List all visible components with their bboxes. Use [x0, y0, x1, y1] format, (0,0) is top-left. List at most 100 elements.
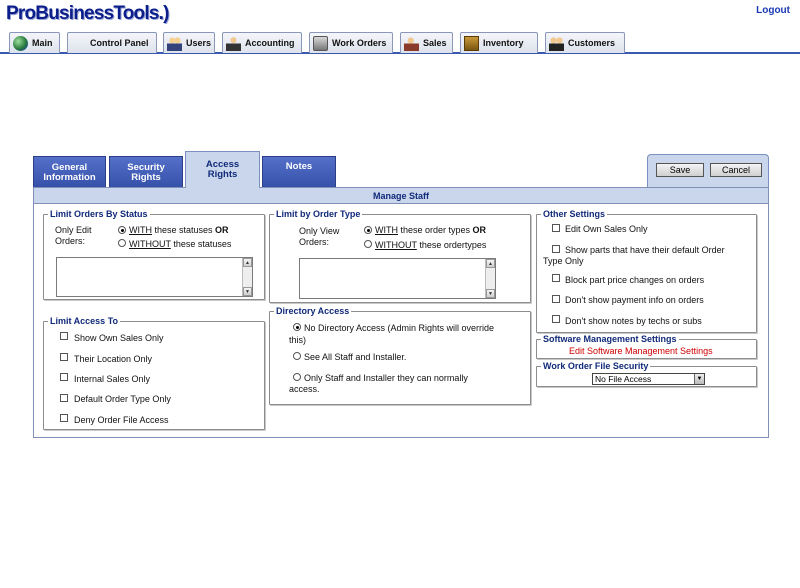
type-without-radio[interactable]	[364, 240, 372, 248]
nav-label: Sales	[423, 38, 447, 48]
group-legend: Limit Access To	[48, 316, 121, 326]
work-order-file-security-group: Work Order File Security No File Access ▼	[536, 361, 757, 387]
cancel-button[interactable]: Cancel	[710, 163, 762, 177]
logo-mark: )	[163, 3, 169, 24]
nav-label: Customers	[568, 38, 616, 48]
scroll-down-icon[interactable]: ▼	[486, 289, 495, 298]
tab-notes[interactable]: Notes	[262, 156, 336, 188]
work-orders-icon	[313, 35, 328, 51]
scroll-up-icon[interactable]: ▲	[486, 259, 495, 268]
group-legend: Directory Access	[274, 306, 352, 316]
default-order-type-checkbox[interactable]	[60, 394, 68, 402]
checkbox-label-cont: Type Only	[543, 256, 584, 266]
radio-label-cont: this)	[289, 335, 307, 345]
hide-payment-info-checkbox[interactable]	[552, 295, 560, 303]
main-nav: Main Control Panel Users Accounting Work…	[0, 32, 800, 202]
nav-label: Accounting	[245, 38, 295, 48]
inventory-icon	[464, 35, 479, 51]
other-settings-group: Other Settings Edit Own Sales Only Show …	[536, 209, 757, 333]
checkbox-label: Show Own Sales Only	[74, 333, 164, 343]
logo: ProBusinessTools.)	[6, 3, 169, 25]
save-button[interactable]: Save	[656, 163, 704, 177]
nav-tab-sales[interactable]: Sales	[400, 32, 453, 53]
status-with-radio[interactable]	[118, 226, 126, 234]
file-access-select[interactable]: No File Access ▼	[592, 373, 705, 385]
status-without-label: WITHOUT these statuses	[129, 239, 232, 249]
status-without-radio[interactable]	[118, 239, 126, 247]
checkbox-label: Don't show notes by techs or subs	[565, 316, 702, 326]
group-legend: Limit by Order Type	[274, 209, 363, 219]
section-header: Manage Staff	[34, 188, 768, 204]
edit-own-sales-checkbox[interactable]	[552, 224, 560, 232]
nav-tab-main[interactable]: Main	[9, 32, 60, 53]
scrollbar[interactable]: ▲ ▼	[242, 258, 252, 296]
software-management-group: Software Management Settings Edit Softwa…	[536, 334, 757, 359]
limit-access-to-group: Limit Access To Show Own Sales Only Thei…	[43, 316, 265, 430]
field-label: Only Edit	[55, 225, 92, 235]
radio-label-cont: access.	[289, 384, 320, 394]
type-with-label: WITH these order types OR	[375, 225, 487, 235]
customers-icon	[549, 35, 564, 51]
checkbox-label: Block part price changes on orders	[565, 275, 705, 285]
nav-label: Control Panel	[90, 38, 149, 48]
their-location-checkbox[interactable]	[60, 353, 68, 361]
users-icon	[167, 35, 182, 51]
limit-by-order-type-group: Limit by Order Type Only View Orders: WI…	[269, 209, 531, 303]
field-label: Only View	[299, 226, 340, 236]
chevron-down-icon[interactable]: ▼	[694, 374, 704, 384]
checkbox-label: Their Location Only	[74, 354, 153, 364]
tab-access-rights[interactable]: Access Rights	[185, 151, 260, 188]
scroll-up-icon[interactable]: ▲	[243, 258, 252, 267]
directory-access-group: Directory Access No Directory Access (Ad…	[269, 306, 531, 405]
see-all-staff-radio[interactable]	[293, 352, 301, 360]
checkbox-label: Internal Sales Only	[74, 374, 151, 384]
type-with-radio[interactable]	[364, 226, 372, 234]
show-own-sales-checkbox[interactable]	[60, 332, 68, 340]
nav-label: Work Orders	[332, 38, 387, 48]
logout-link[interactable]: Logout	[756, 5, 790, 16]
checkbox-label: Deny Order File Access	[74, 415, 169, 425]
no-directory-access-radio[interactable]	[293, 323, 301, 331]
staff-panel: General Information Security Rights Access…	[33, 151, 769, 438]
type-without-label: WITHOUT these ordertypes	[375, 240, 487, 250]
globe-icon	[13, 35, 28, 51]
order-type-list[interactable]: ▲ ▼	[299, 258, 496, 299]
status-list[interactable]: ▲ ▼	[56, 257, 253, 297]
deny-file-access-checkbox[interactable]	[60, 414, 68, 422]
checkbox-label: Show parts that have their default Order	[565, 245, 725, 255]
nav-label: Inventory	[483, 38, 524, 48]
nav-tab-users[interactable]: Users	[163, 32, 215, 53]
field-label: Orders:	[299, 237, 330, 247]
tab-content: Manage Staff Limit Orders By Status Only…	[33, 187, 769, 438]
group-legend: Software Management Settings	[541, 334, 679, 344]
nav-tab-control-panel[interactable]: Control Panel	[67, 32, 157, 202]
radio-label: Only Staff and Installer they can normal…	[304, 373, 468, 383]
group-legend: Work Order File Security	[541, 361, 651, 371]
normal-access-staff-radio[interactable]	[293, 373, 301, 381]
group-legend: Other Settings	[541, 209, 608, 219]
field-label: Orders:	[55, 236, 86, 246]
accounting-icon	[226, 35, 241, 51]
limit-orders-by-status-group: Limit Orders By Status Only Edit Orders:…	[43, 209, 265, 300]
selected-value: No File Access	[595, 374, 652, 384]
internal-sales-checkbox[interactable]	[60, 373, 68, 381]
nav-tab-customers[interactable]: Customers	[545, 32, 625, 53]
action-header: Save Cancel	[647, 154, 769, 188]
scrollbar[interactable]: ▲ ▼	[485, 259, 495, 298]
block-price-changes-checkbox[interactable]	[552, 274, 560, 282]
hide-tech-notes-checkbox[interactable]	[552, 315, 560, 323]
nav-tab-work-orders[interactable]: Work Orders	[309, 32, 393, 53]
tab-security-rights[interactable]: Security Rights	[109, 156, 183, 188]
edit-software-management-link[interactable]: Edit Software Management Settings	[569, 346, 713, 357]
radio-label: No Directory Access (Admin Rights will o…	[304, 323, 495, 333]
status-with-label: WITH these statuses OR	[129, 225, 229, 235]
nav-tab-inventory[interactable]: Inventory	[460, 32, 538, 53]
logo-text: ProBusinessTools.	[6, 3, 164, 24]
tab-general-information[interactable]: General Information	[33, 156, 106, 188]
group-legend: Limit Orders By Status	[48, 209, 150, 219]
show-default-type-parts-checkbox[interactable]	[552, 245, 560, 253]
sales-icon	[404, 35, 419, 51]
nav-label: Users	[186, 38, 212, 48]
scroll-down-icon[interactable]: ▼	[243, 287, 252, 296]
nav-tab-accounting[interactable]: Accounting	[222, 32, 302, 53]
